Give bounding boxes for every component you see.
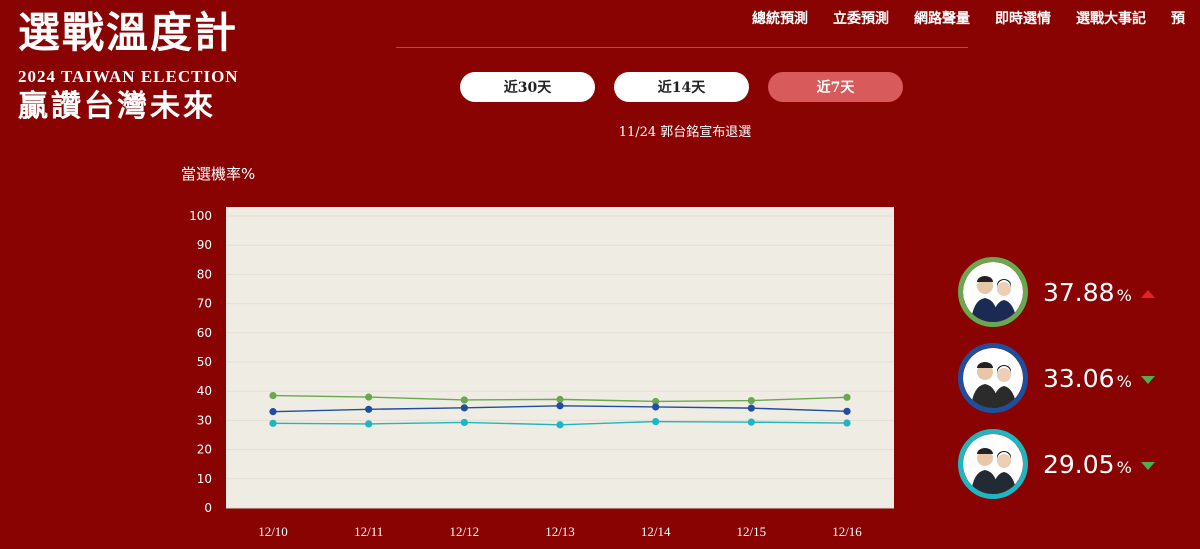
nav-divider (396, 47, 968, 48)
data-point (652, 403, 660, 411)
candidate-row-1[interactable]: 37.88% (958, 257, 1155, 327)
logo-title: 選戰溫度計 (18, 8, 239, 57)
data-point (556, 402, 564, 410)
tab-30-days[interactable]: 近30天 (460, 72, 595, 102)
x-tick-label: 12/11 (354, 524, 383, 539)
candidate-row-3[interactable]: 29.05% (958, 429, 1155, 499)
data-point (365, 393, 373, 401)
y-tick-label: 70 (197, 297, 212, 311)
candidate-avatar-1 (958, 257, 1028, 327)
y-tick-label: 50 (197, 355, 212, 369)
candidate-pct-unit-3: % (1116, 457, 1132, 477)
y-tick-label: 100 (189, 209, 212, 223)
data-point (843, 419, 851, 427)
candidate-pct-unit-1: % (1116, 285, 1132, 305)
x-tick-label: 12/10 (258, 524, 288, 539)
data-point (747, 418, 755, 426)
nav-item-online-buzz[interactable]: 網路聲量 (914, 8, 970, 28)
data-point (556, 395, 564, 403)
nav-item-truncated[interactable]: 預 (1171, 8, 1185, 28)
data-point (365, 420, 373, 428)
nav-item-legislator-forecast[interactable]: 立委預測 (833, 8, 889, 28)
site-logo[interactable]: 選戰溫度計 2024 TAIWAN ELECTION 贏讚台灣未來 (18, 6, 250, 126)
data-point (460, 404, 468, 412)
event-note: 11/24 郭台銘宣布退選 (618, 125, 752, 140)
logo-subtitle: 2024 TAIWAN ELECTION (18, 67, 239, 86)
data-point (843, 393, 851, 401)
candidate-pct-1: 37.88% (1043, 278, 1155, 307)
nav-item-president-forecast[interactable]: 總統預測 (752, 8, 808, 28)
data-point (269, 408, 277, 416)
y-tick-label: 60 (197, 326, 212, 340)
nav-item-timeline[interactable]: 選戰大事記 (1076, 8, 1146, 28)
x-tick-label: 12/14 (641, 524, 671, 539)
candidate-pct-value-2: 33.06 (1043, 363, 1115, 393)
plot-area (226, 207, 894, 508)
trend-down-icon (1140, 375, 1155, 384)
candidate-avatar-3 (958, 429, 1028, 499)
y-tick-label: 20 (197, 443, 212, 457)
nav-item-live-results[interactable]: 即時選情 (995, 8, 1051, 28)
candidate-legend: 37.88% 33.06% 29.05% (958, 257, 1155, 515)
candidate-pct-2: 33.06% (1043, 364, 1155, 393)
candidate-pct-value-1: 37.88 (1043, 277, 1115, 307)
chart-title: 當選機率% (181, 165, 256, 183)
trend-up-icon (1140, 289, 1155, 298)
data-point (460, 418, 468, 427)
data-point (747, 404, 755, 412)
x-tick-label: 12/16 (832, 524, 862, 539)
y-tick-label: 0 (204, 501, 212, 515)
probability-line-chart: 0 10 20 30 40 50 60 70 80 90 100 12/10 12/11 12/12 12/… (189, 207, 894, 539)
trend-down-icon (1140, 461, 1155, 470)
data-point (652, 417, 660, 426)
data-point (269, 419, 277, 427)
y-tick-label: 30 (197, 413, 212, 427)
y-tick-label: 10 (197, 472, 212, 486)
candidate-row-2[interactable]: 33.06% (958, 343, 1155, 413)
candidate-avatar-2 (958, 343, 1028, 413)
x-tick-label: 12/15 (737, 524, 767, 539)
data-point (843, 407, 851, 415)
data-point (747, 396, 755, 405)
data-point (269, 391, 277, 400)
logo-slogan: 贏讚台灣未來 (18, 89, 216, 124)
candidate-pct-value-3: 29.05 (1043, 449, 1115, 479)
x-tick-label: 12/13 (545, 524, 575, 539)
data-point (460, 396, 468, 404)
tab-7-days[interactable]: 近7天 (768, 72, 903, 102)
y-tick-label: 40 (197, 384, 212, 398)
range-tabs: 近30天 近14天 近7天 (460, 72, 922, 102)
tab-14-days[interactable]: 近14天 (614, 72, 749, 102)
y-tick-label: 90 (197, 238, 212, 252)
candidate-pct-3: 29.05% (1043, 450, 1155, 479)
x-tick-label: 12/12 (450, 524, 480, 539)
data-point (365, 405, 373, 413)
data-point (556, 421, 564, 429)
y-tick-label: 80 (197, 267, 212, 281)
main-nav: 總統預測 立委預測 網路聲量 即時選情 選戰大事記 預 (752, 8, 1200, 28)
candidate-pct-unit-2: % (1116, 371, 1132, 391)
